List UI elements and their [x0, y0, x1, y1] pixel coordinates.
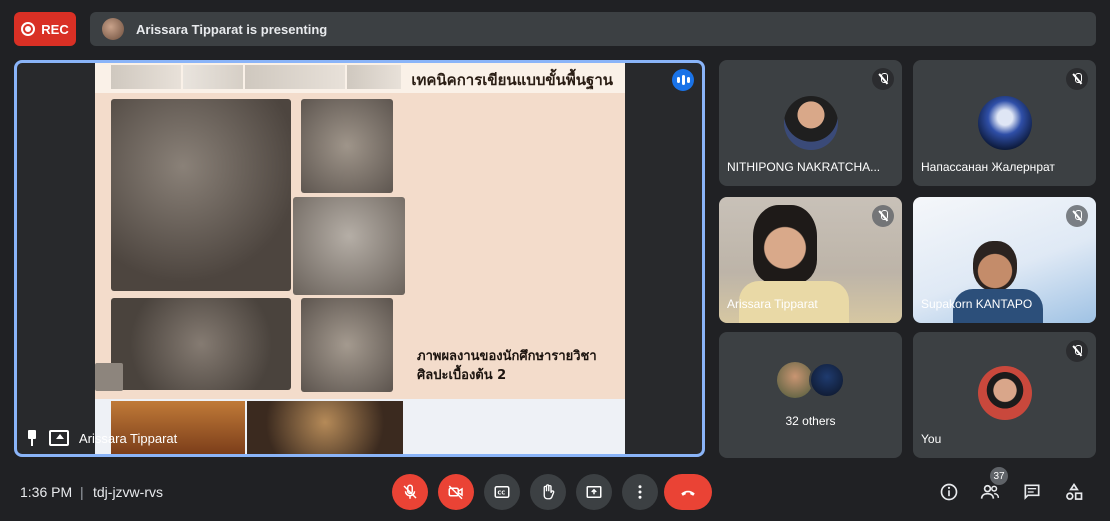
- bar-divider: |: [80, 484, 84, 500]
- slide-header-image: [245, 65, 345, 89]
- info-icon: [940, 483, 958, 501]
- audio-bar: [681, 75, 685, 85]
- chat-icon: [1024, 484, 1040, 500]
- mic-off-icon: [878, 73, 888, 85]
- rec-label: REC: [41, 21, 69, 37]
- audio-bar: [676, 77, 680, 83]
- hang-up-icon: [681, 490, 695, 496]
- clay-relief-image: [301, 298, 393, 392]
- slide-caption: ภาพผลงานของนักศึกษารายวิชา ศิลปะเบื้องต้…: [417, 347, 617, 385]
- record-icon: [21, 22, 36, 36]
- mute-indicator: [872, 205, 894, 227]
- slide-caption-line: ภาพผลงานของนักศึกษารายวิชา: [417, 349, 597, 364]
- others-tile[interactable]: 32 others: [719, 332, 902, 458]
- mute-indicator: [1066, 205, 1088, 227]
- present-now-button[interactable]: [576, 474, 612, 510]
- mic-off-icon: [1072, 210, 1082, 222]
- more-options-button[interactable]: [622, 474, 658, 510]
- slide-title: เทคนิคการเขียนแบบขั้นพื้นฐาน: [411, 71, 613, 89]
- activities-icon: [1066, 482, 1083, 500]
- mic-toggle-button[interactable]: [392, 474, 428, 510]
- meeting-code: tdj-jzvw-rvs: [93, 484, 163, 500]
- svg-text:CC: CC: [498, 490, 506, 496]
- meeting-clock: 1:36 PM: [20, 484, 73, 500]
- slide-header-image: [183, 65, 243, 89]
- avatar: [977, 96, 1032, 150]
- mic-off-icon: [1072, 73, 1082, 85]
- participants-count-badge: 37: [990, 467, 1008, 485]
- mic-off-icon: [1072, 345, 1082, 357]
- participant-face: [973, 241, 1017, 291]
- present-screen-icon: [586, 486, 602, 498]
- participant-name: Напассанан Жалернрат: [921, 160, 1055, 174]
- activities-button[interactable]: [1062, 480, 1086, 504]
- self-tile[interactable]: You: [913, 332, 1096, 458]
- audio-bar: [686, 77, 690, 83]
- slide-caption-line: ศิลปะเบื้องต้น 2: [417, 368, 507, 383]
- presenter-name: Arissara Tipparat: [79, 430, 178, 446]
- sculpture-image: [247, 401, 403, 454]
- participant-tile[interactable]: Arissara Tipparat: [719, 197, 902, 323]
- avatar: [977, 366, 1032, 420]
- participant-tile[interactable]: NITHIPONG NAKRATCHA...: [719, 60, 902, 186]
- speaking-indicator-icon: [672, 69, 694, 91]
- camera-off-icon: [448, 485, 463, 500]
- recording-indicator[interactable]: REC: [14, 12, 76, 46]
- clay-relief-image: [293, 197, 405, 295]
- raise-hand-button[interactable]: [530, 474, 566, 510]
- present-screen-icon: [49, 430, 69, 446]
- avatar: [809, 362, 845, 398]
- more-vert-icon: [638, 485, 642, 499]
- participant-face: [753, 205, 817, 283]
- meeting-details-button[interactable]: [937, 480, 961, 504]
- mute-indicator: [872, 68, 894, 90]
- clay-relief-image: [111, 99, 291, 291]
- participant-name: NITHIPONG NAKRATCHA...: [727, 160, 881, 174]
- pin-icon[interactable]: [25, 430, 39, 446]
- slide-header-strip: เทคนิคการเขียนแบบขั้นพื้นฐาน: [95, 63, 625, 93]
- people-icon: [980, 484, 1000, 499]
- slide-header-image: [347, 65, 401, 89]
- meet-window: REC Arissara Tipparat is presenting เทคน…: [0, 0, 1110, 521]
- clay-relief-image: [301, 99, 393, 193]
- presenting-text: Arissara Tipparat is presenting: [136, 21, 328, 37]
- captions-icon: CC: [494, 486, 510, 498]
- avatar: [783, 96, 838, 150]
- presenter-avatar: [102, 18, 124, 40]
- hand-icon: [543, 484, 555, 500]
- shared-slide: เทคนิคการเขียนแบบขั้นพื้นฐาน ภาพผลงานของ…: [95, 63, 625, 454]
- participant-name: Supakorn KANTAPO: [921, 297, 1033, 311]
- avatar: [777, 362, 813, 398]
- presenting-banner[interactable]: Arissara Tipparat is presenting: [90, 12, 1096, 46]
- participant-name: You: [921, 432, 942, 446]
- participant-tile[interactable]: Напассанан Жалернрат: [913, 60, 1096, 186]
- mute-indicator: [1066, 68, 1088, 90]
- building-image: [111, 401, 245, 454]
- mic-off-icon: [403, 484, 417, 499]
- presentation-tile[interactable]: เทคนิคการเขียนแบบขั้นพื้นฐาน ภาพผลงานของ…: [14, 60, 705, 457]
- clay-relief-image: [111, 298, 291, 390]
- leave-call-button[interactable]: [664, 474, 712, 510]
- participant-tile[interactable]: Supakorn KANTAPO: [913, 197, 1096, 323]
- camera-toggle-button[interactable]: [438, 474, 474, 510]
- chat-button[interactable]: [1020, 480, 1044, 504]
- presentation-footer: Arissara Tipparat: [25, 430, 177, 446]
- mute-indicator: [1066, 340, 1088, 362]
- captions-button[interactable]: CC: [484, 474, 520, 510]
- slide-thumbnail: [95, 363, 123, 391]
- participant-name: Arissara Tipparat: [727, 297, 818, 311]
- slide-header-image: [111, 65, 181, 89]
- mic-off-icon: [878, 210, 888, 222]
- others-count: 32 others: [785, 414, 836, 428]
